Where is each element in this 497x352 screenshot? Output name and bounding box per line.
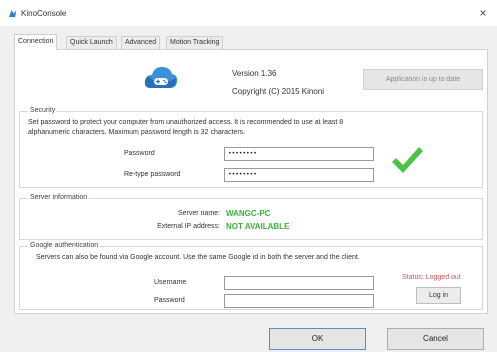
retype-password-input[interactable]: •••••••• <box>224 168 374 182</box>
password-label: Password <box>124 150 155 157</box>
google-username-label: Username <box>154 279 187 286</box>
ok-button[interactable]: OK <box>269 328 366 350</box>
google-username-input[interactable] <box>224 276 374 290</box>
tab-quick-launch[interactable]: Quick Launch <box>66 36 117 49</box>
cloud-gamepad-logo <box>144 67 178 88</box>
security-description-line1: Set password to protect your computer fr… <box>28 119 344 126</box>
title-bar: KinoConsole × <box>0 0 497 26</box>
server-info-group: Server information Server name: WANGC-PC… <box>19 193 483 240</box>
copyright-text: Copyright (C) 2015 Kinoni <box>232 87 325 96</box>
external-ip-label: External IP address: <box>157 223 220 230</box>
retype-password-label: Re-type password <box>124 171 181 178</box>
connection-panel: Version 1.36 Copyright (C) 2015 Kinoni A… <box>14 49 488 314</box>
tab-advanced[interactable]: Advanced <box>121 36 161 49</box>
app-icon <box>8 9 17 18</box>
password-input[interactable]: •••••••• <box>224 147 374 161</box>
login-button[interactable]: Log in <box>416 287 461 304</box>
cancel-button[interactable]: Cancel <box>387 328 484 350</box>
tab-connection[interactable]: Connection <box>14 34 58 50</box>
external-ip-value: NOT AVAILABLE <box>226 222 290 231</box>
kinoconsole-window: KinoConsole × Connection Quick Launch Ad… <box>0 0 497 352</box>
server-name-label: Server name: <box>177 210 220 217</box>
tab-motion-tracking[interactable]: Motion Tracking <box>166 36 224 49</box>
server-info-group-label: Server information <box>28 193 90 203</box>
window-title: KinoConsole <box>21 9 67 18</box>
google-password-input[interactable] <box>224 294 374 308</box>
google-password-label: Password <box>154 297 185 304</box>
version-text: Version 1.36 <box>232 69 277 78</box>
google-auth-group-label: Google authentication <box>28 241 101 251</box>
security-group: Security Set password to protect your co… <box>19 106 483 188</box>
google-status-text: Status: Logged out <box>402 274 461 281</box>
security-description-line2: alphanumeric characters. Maximum passwor… <box>28 129 246 136</box>
checkmark-icon <box>392 147 423 173</box>
google-auth-group: Google authentication Servers can also b… <box>19 241 483 310</box>
server-name-value: WANGC-PC <box>226 209 271 218</box>
update-status-button[interactable]: Application is up to date <box>363 69 483 90</box>
google-auth-description: Servers can also be found via Google acc… <box>36 254 360 261</box>
close-button[interactable]: × <box>474 4 492 22</box>
security-group-label: Security <box>28 106 58 116</box>
